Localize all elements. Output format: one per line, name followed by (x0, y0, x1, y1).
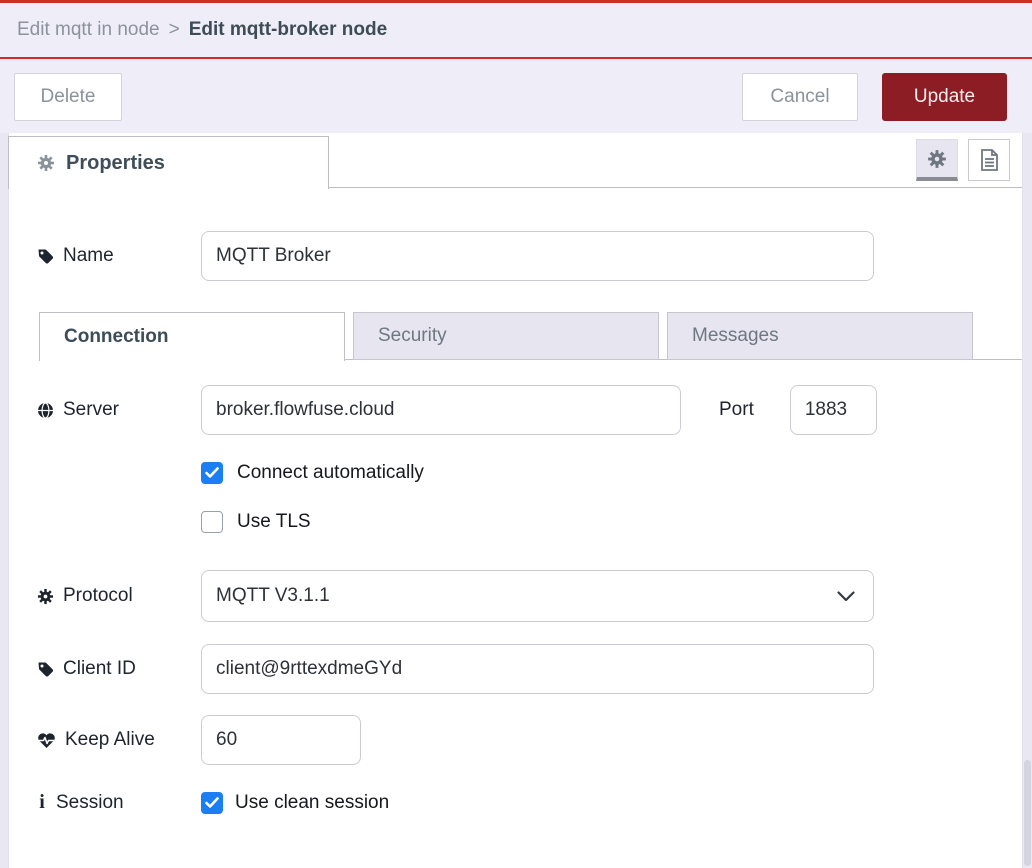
tag-icon (37, 248, 54, 265)
scrollbar-thumb[interactable] (1024, 760, 1031, 866)
tab-properties-label: Properties (66, 152, 165, 175)
client-id-field[interactable] (201, 644, 874, 694)
session-row: i Session Use clean session (37, 791, 1022, 814)
info-icon: i (37, 791, 47, 814)
keep-alive-field[interactable] (201, 715, 361, 765)
broker-section-tabs: Connection Security Messages (39, 312, 1022, 360)
name-label: Name (37, 245, 201, 267)
protocol-label: Protocol (37, 585, 201, 607)
edit-panel: Properties (8, 133, 1023, 868)
client-id-label: Client ID (37, 658, 201, 680)
chevron-down-icon (837, 591, 855, 602)
node-description-button[interactable] (968, 139, 1010, 181)
globe-icon (37, 402, 54, 419)
dialog-action-bar: Delete Cancel Update (0, 61, 1032, 133)
tab-messages[interactable]: Messages (667, 312, 973, 360)
server-field[interactable] (201, 385, 681, 435)
clean-session-label: Use clean session (235, 792, 389, 814)
check-icon (205, 797, 219, 809)
clean-session-checkbox[interactable] (201, 792, 223, 814)
protocol-select[interactable]: MQTT V3.1.1 (201, 570, 874, 622)
tag-icon (37, 661, 54, 678)
editor-tab-bar: Properties (9, 133, 1022, 188)
client-id-row: Client ID (37, 644, 1022, 694)
connect-automatically-checkbox[interactable] (201, 462, 223, 484)
editor-tab-actions (916, 139, 1010, 181)
keep-alive-row: Keep Alive (37, 715, 1022, 765)
gear-icon (927, 149, 947, 169)
server-row: Server Port (37, 385, 1022, 435)
delete-button[interactable]: Delete (14, 73, 122, 121)
document-icon (978, 148, 1000, 172)
use-tls-row: Use TLS (37, 511, 1022, 533)
cancel-button[interactable]: Cancel (742, 73, 858, 121)
protocol-row: Protocol MQTT V3.1.1 (37, 570, 1022, 622)
breadcrumb-parent[interactable]: Edit mqtt in node (17, 19, 160, 41)
session-label: i Session (37, 791, 201, 814)
port-label: Port (719, 399, 754, 421)
heartbeat-icon (37, 732, 56, 749)
tab-connection[interactable]: Connection (39, 312, 345, 361)
use-tls-checkbox[interactable] (201, 511, 223, 533)
breadcrumb-separator: > (169, 19, 180, 41)
keep-alive-label: Keep Alive (37, 729, 201, 751)
gear-icon (37, 154, 55, 172)
tab-properties[interactable]: Properties (8, 136, 329, 189)
node-settings-button[interactable] (916, 139, 958, 181)
server-label: Server (37, 399, 201, 421)
connect-automatically-label: Connect automatically (237, 462, 424, 484)
node-edit-form: Name Connection Security Messages (9, 189, 1022, 868)
edit-node-dialog: Edit mqtt in node > Edit mqtt-broker nod… (0, 0, 1032, 868)
breadcrumb: Edit mqtt in node > Edit mqtt-broker nod… (0, 3, 1032, 59)
use-tls-label: Use TLS (237, 511, 311, 533)
name-field[interactable] (201, 231, 874, 281)
tab-security[interactable]: Security (353, 312, 659, 360)
protocol-selected-value: MQTT V3.1.1 (216, 585, 330, 607)
connect-auto-row: Connect automatically (37, 462, 1022, 484)
port-field[interactable] (790, 385, 877, 435)
breadcrumb-current: Edit mqtt-broker node (189, 19, 387, 41)
check-icon (205, 467, 219, 479)
update-button[interactable]: Update (882, 73, 1007, 121)
gear-icon (37, 588, 54, 605)
name-row: Name (37, 231, 1022, 281)
